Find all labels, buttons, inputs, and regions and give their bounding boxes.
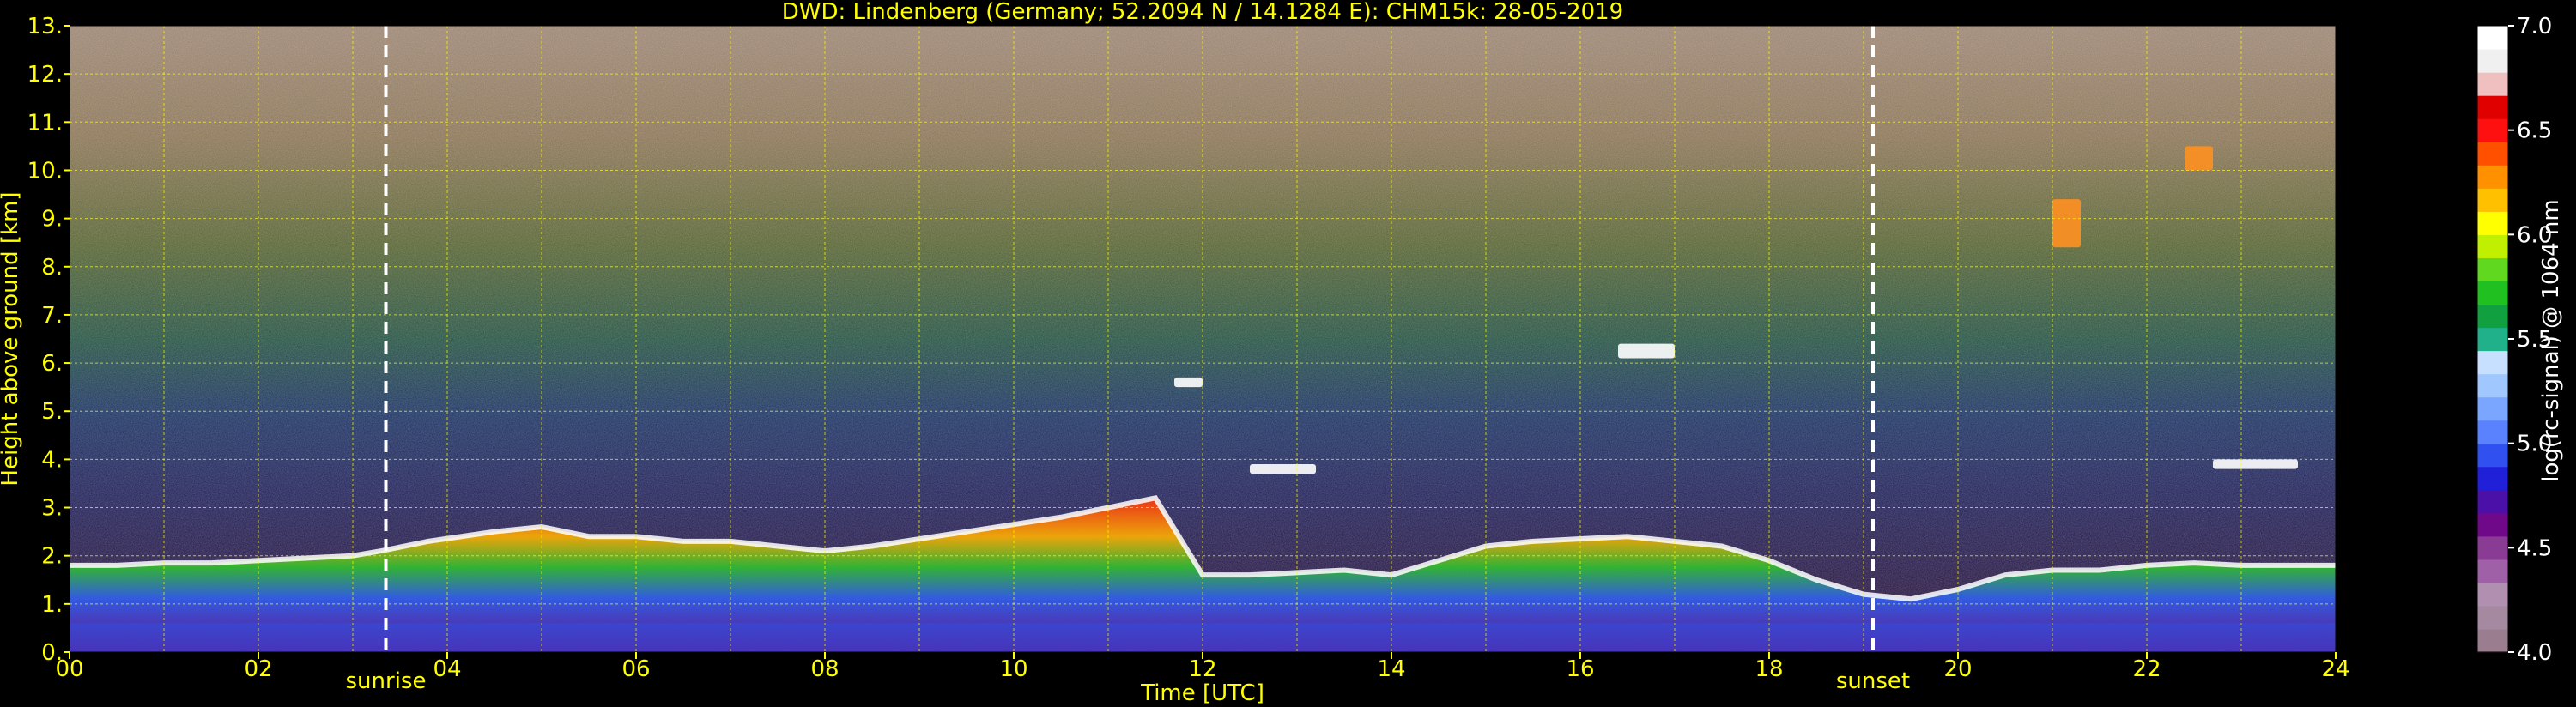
cloud-feature (2185, 146, 2213, 171)
y-tick-label: 7. (41, 303, 63, 329)
y-axis-ticks: 0. 1. 2. 3. 4. 5. 6. 7. 8. 9. 10. 11. 12. 13. (27, 14, 70, 666)
y-tick-label: 4. (41, 447, 63, 473)
y-tick-label: 12. (27, 62, 63, 88)
y-tick-label: 13. (27, 14, 63, 39)
y-tick-label: 11. (27, 110, 63, 136)
colorbar-swatch (2477, 466, 2508, 491)
x-tick-label: 20 (1943, 656, 1972, 682)
colorbar-tick-label: 4.5 (2517, 535, 2552, 561)
colorbar-label: log(rc-signal) @ 1064 nm (2538, 199, 2564, 481)
y-tick-label: 8. (41, 255, 63, 281)
colorbar: 4.04.55.05.56.06.57.0 log(rc-signal) @ 1… (2476, 14, 2564, 666)
colorbar-swatch (2477, 281, 2508, 305)
cloud-feature (1174, 377, 1203, 388)
colorbar-swatch (2477, 628, 2508, 653)
colorbar-swatch (2477, 118, 2508, 142)
x-tick-label: 10 (999, 656, 1027, 682)
colorbar-swatch (2477, 234, 2508, 258)
ceilometer-figure: 00 02 04 06 08 10 12 14 16 18 20 22 24 0.1.2.3.4.5.6… (0, 0, 2564, 706)
colorbar-tick-label: 7.0 (2517, 14, 2552, 39)
colorbar-swatch (2477, 95, 2508, 119)
x-tick-label: 24 (2321, 656, 2349, 682)
x-tick-label: 14 (1377, 656, 1405, 682)
colorbar-swatches (2476, 25, 2509, 653)
y-tick-label: 2. (41, 544, 63, 570)
colorbar-swatch (2477, 165, 2508, 189)
chart-title: DWD: Lindenberg (Germany; 52.2094 N / 14… (782, 0, 1623, 25)
x-tick-label: 04 (433, 656, 461, 682)
cloud-feature (1618, 343, 1675, 359)
x-tick-label: 16 (1566, 656, 1594, 682)
y-tick-label: 6. (41, 351, 63, 377)
x-tick-label: 02 (244, 656, 272, 682)
colorbar-swatch (2477, 72, 2508, 96)
x-tick-label: 22 (2132, 656, 2161, 682)
x-tick-label: 18 (1755, 656, 1783, 682)
surface-layer (70, 623, 2336, 652)
colorbar-swatch (2477, 257, 2508, 282)
colorbar-swatch (2477, 188, 2508, 212)
colorbar-swatch (2477, 49, 2508, 73)
colorbar-swatch (2477, 26, 2508, 50)
colorbar-swatch (2477, 350, 2508, 375)
y-tick-label: 9. (41, 207, 63, 233)
colorbar-swatch (2477, 304, 2508, 329)
x-tick-label: 12 (1188, 656, 1216, 682)
colorbar-swatch (2477, 512, 2508, 537)
colorbar-swatch (2477, 582, 2508, 607)
colorbar-swatch (2477, 373, 2508, 398)
y-tick-label: 10. (27, 158, 63, 184)
colorbar-swatch (2477, 489, 2508, 514)
y-axis-label: Height above ground [km] (0, 191, 23, 486)
sun-marker-label: sunrise (346, 668, 427, 694)
x-tick-label: 06 (621, 656, 650, 682)
cloud-feature (2052, 199, 2081, 248)
plot-area (69, 25, 2337, 653)
colorbar-tick-label: 6.5 (2517, 118, 2552, 144)
colorbar-swatch (2477, 443, 2508, 468)
colorbar-swatch (2477, 396, 2508, 421)
sun-marker-label: sunset (1836, 668, 1910, 694)
cloud-feature (2213, 459, 2298, 469)
cloud-feature (1250, 464, 1316, 474)
y-tick-label: 5. (41, 399, 63, 425)
colorbar-tick-label: 4.0 (2517, 640, 2552, 666)
colorbar-swatch (2477, 142, 2508, 166)
y-tick-label: 0. (41, 640, 63, 666)
colorbar-swatch (2477, 327, 2508, 352)
colorbar-swatch (2477, 559, 2508, 583)
colorbar-swatch (2477, 211, 2508, 235)
y-tick-label: 1. (41, 592, 63, 618)
x-axis-label: Time [UTC] (1140, 680, 1264, 706)
colorbar-swatch (2477, 605, 2508, 630)
x-tick-label: 08 (810, 656, 839, 682)
colorbar-swatch (2477, 535, 2508, 560)
colorbar-swatch (2477, 420, 2508, 444)
y-tick-label: 3. (41, 496, 63, 522)
